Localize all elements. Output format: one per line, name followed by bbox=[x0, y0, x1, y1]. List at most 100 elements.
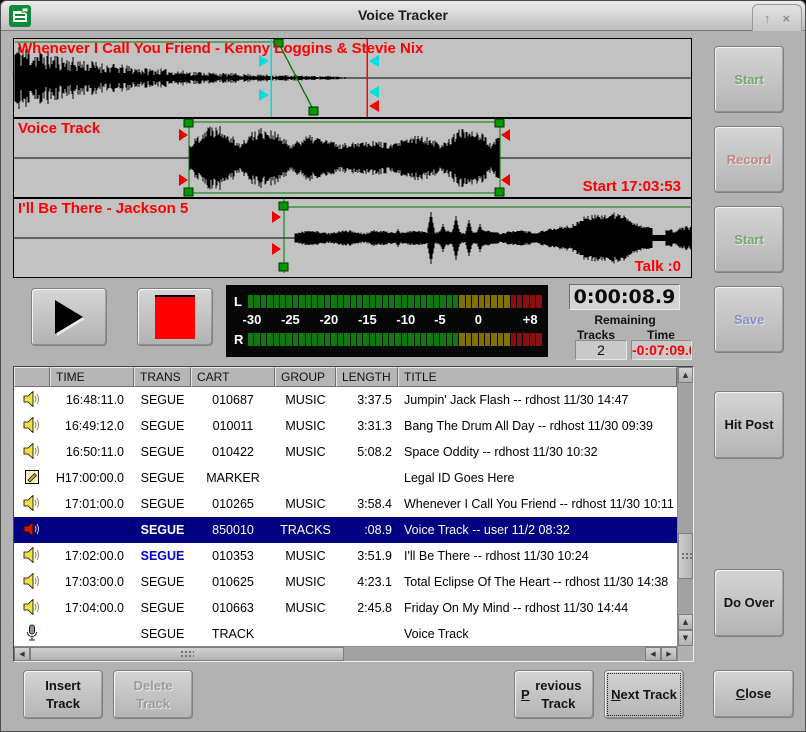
shade-window-icon[interactable]: ↑ bbox=[764, 12, 771, 25]
waveform-track-3[interactable]: I'll Be There - Jackson 5 Talk :0 bbox=[13, 198, 692, 278]
meter-segment bbox=[363, 295, 368, 308]
cell-group: MUSIC bbox=[275, 549, 336, 563]
meter-segment bbox=[447, 333, 452, 346]
cell-time: 17:04:00.0 bbox=[50, 601, 134, 615]
meter-segment bbox=[344, 295, 349, 308]
meter-segment bbox=[395, 295, 400, 308]
scroll-down-icon[interactable]: ▼ bbox=[678, 630, 693, 646]
start-next-button[interactable]: Start bbox=[714, 206, 784, 273]
meter-segment bbox=[376, 333, 381, 346]
hit-post-button[interactable]: Hit Post bbox=[714, 391, 784, 459]
meter-segment bbox=[511, 295, 516, 308]
meter-segment bbox=[383, 333, 388, 346]
column-header-length[interactable]: LENGTH bbox=[336, 367, 398, 387]
cell-group: TRACKS bbox=[275, 523, 336, 537]
waveform-2 bbox=[190, 126, 500, 190]
previous-track-button[interactable]: Previous Track bbox=[514, 670, 594, 719]
table-row[interactable]: SEGUETRACKVoice Track bbox=[14, 621, 677, 646]
meter-segment bbox=[427, 295, 432, 308]
track2-title: Voice Track bbox=[18, 120, 100, 137]
meter-segment bbox=[299, 295, 304, 308]
column-header-cart[interactable]: CART bbox=[191, 367, 275, 387]
cell-time: H17:00:00.0 bbox=[50, 471, 134, 485]
cell-time: 17:01:00.0 bbox=[50, 497, 134, 511]
meter-segment bbox=[267, 333, 272, 346]
column-header-title[interactable]: TITLE bbox=[398, 367, 677, 387]
meter-segment bbox=[338, 333, 343, 346]
play-button[interactable] bbox=[31, 288, 107, 346]
cell-cart: 010687 bbox=[191, 393, 275, 407]
save-button[interactable]: Save bbox=[714, 286, 784, 353]
meter-segment bbox=[357, 295, 362, 308]
table-row[interactable]: H17:00:00.0SEGUEMARKERLegal ID Goes Here bbox=[14, 465, 677, 491]
waveform-track-2[interactable]: Voice Track Start 17:03:53 bbox=[13, 118, 692, 198]
scroll-up-icon[interactable]: ▲ bbox=[678, 367, 693, 383]
vertical-scrollbar[interactable]: ▲ ▲ ▼ bbox=[678, 367, 693, 646]
speaker-icon bbox=[14, 443, 50, 462]
cell-len: 3:51.9 bbox=[336, 549, 398, 563]
meter-segment bbox=[312, 333, 317, 346]
cell-cart: 850010 bbox=[191, 523, 275, 537]
window-title: Voice Tracker bbox=[1, 7, 805, 23]
scroll-right-icon[interactable]: ▶ bbox=[661, 647, 677, 661]
cell-group: MUSIC bbox=[275, 445, 336, 459]
cell-cart: 010663 bbox=[191, 601, 275, 615]
table-row[interactable]: 17:01:00.0SEGUE010265MUSIC3:58.4Whenever… bbox=[14, 491, 677, 517]
track1-title: Whenever I Call You Friend - Kenny Loggi… bbox=[18, 40, 423, 57]
meter-segment bbox=[447, 295, 452, 308]
h-scroll-thumb[interactable] bbox=[30, 647, 344, 661]
meter-segment bbox=[415, 333, 420, 346]
play-icon bbox=[55, 300, 83, 334]
column-header-trans[interactable]: TRANS bbox=[134, 367, 191, 387]
delete-track-button[interactable]: Delete Track bbox=[113, 670, 193, 719]
table-row[interactable]: 16:49:12.0SEGUE010011MUSIC3:31.3Bang The… bbox=[14, 413, 677, 439]
table-row[interactable]: 17:03:00.0SEGUE010625MUSIC4:23.1Total Ec… bbox=[14, 569, 677, 595]
meter-segment bbox=[530, 295, 535, 308]
cell-title: Space Oddity -- rdhost 11/30 10:32 bbox=[398, 445, 677, 459]
mic-icon bbox=[14, 624, 50, 645]
cell-cart: MARKER bbox=[191, 471, 275, 485]
waveform-track-1[interactable]: Whenever I Call You Friend - Kenny Loggi… bbox=[13, 38, 692, 118]
start-segue-button[interactable]: Start bbox=[714, 46, 784, 113]
meter-segment bbox=[338, 295, 343, 308]
table-row[interactable]: 16:48:11.0SEGUE010687MUSIC3:37.5Jumpin' … bbox=[14, 387, 677, 413]
meter-segment bbox=[370, 333, 375, 346]
scroll-up2-icon[interactable]: ▲ bbox=[678, 614, 693, 630]
cell-title: Whenever I Call You Friend -- rdhost 11/… bbox=[398, 497, 677, 511]
meter-segment bbox=[299, 333, 304, 346]
meter-segment bbox=[498, 333, 503, 346]
close-button[interactable]: Close bbox=[713, 670, 794, 718]
column-header-group[interactable]: GROUP bbox=[275, 367, 336, 387]
cell-title: Jumpin' Jack Flash -- rdhost 11/30 14:47 bbox=[398, 393, 677, 407]
do-over-button[interactable]: Do Over bbox=[714, 569, 784, 637]
stop-button[interactable] bbox=[137, 288, 213, 346]
cell-group: MUSIC bbox=[275, 575, 336, 589]
scroll-left-icon[interactable]: ◀ bbox=[14, 647, 30, 661]
meter-segment bbox=[402, 295, 407, 308]
cell-len: 3:31.3 bbox=[336, 419, 398, 433]
scroll-left2-icon[interactable]: ◀ bbox=[645, 647, 661, 661]
meter-segment bbox=[434, 333, 439, 346]
meter-segment bbox=[427, 333, 432, 346]
column-header-time[interactable]: TIME bbox=[50, 367, 134, 387]
record-button[interactable]: Record bbox=[714, 126, 784, 193]
column-header-icon[interactable] bbox=[14, 367, 50, 387]
table-row[interactable]: 17:04:00.0SEGUE010663MUSIC2:45.8Friday O… bbox=[14, 595, 677, 621]
v-scroll-trough[interactable] bbox=[678, 383, 693, 614]
cell-len: 3:37.5 bbox=[336, 393, 398, 407]
next-track-button[interactable]: Next Track bbox=[604, 670, 684, 719]
insert-track-button[interactable]: Insert Track bbox=[23, 670, 103, 719]
table-row[interactable]: 16:50:11.0SEGUE010422MUSIC5:08.2Space Od… bbox=[14, 439, 677, 465]
table-row[interactable]: 17:02:00.0SEGUE010353MUSIC3:51.9I'll Be … bbox=[14, 543, 677, 569]
speaker-icon bbox=[14, 495, 50, 514]
close-window-icon[interactable]: × bbox=[782, 12, 790, 25]
horizontal-scrollbar[interactable]: ◀ ◀ ▶ bbox=[14, 646, 677, 661]
titlebar[interactable]: Voice Tracker ↑ × bbox=[1, 1, 805, 31]
h-scroll-trough[interactable] bbox=[344, 647, 645, 661]
thumb-grip bbox=[180, 650, 194, 659]
meter-segment bbox=[536, 295, 541, 308]
v-scroll-thumb[interactable] bbox=[678, 533, 693, 579]
meter-segment bbox=[504, 333, 509, 346]
table-row[interactable]: SEGUE850010TRACKS:08.9Voice Track -- use… bbox=[14, 517, 677, 543]
meter-segment bbox=[331, 333, 336, 346]
